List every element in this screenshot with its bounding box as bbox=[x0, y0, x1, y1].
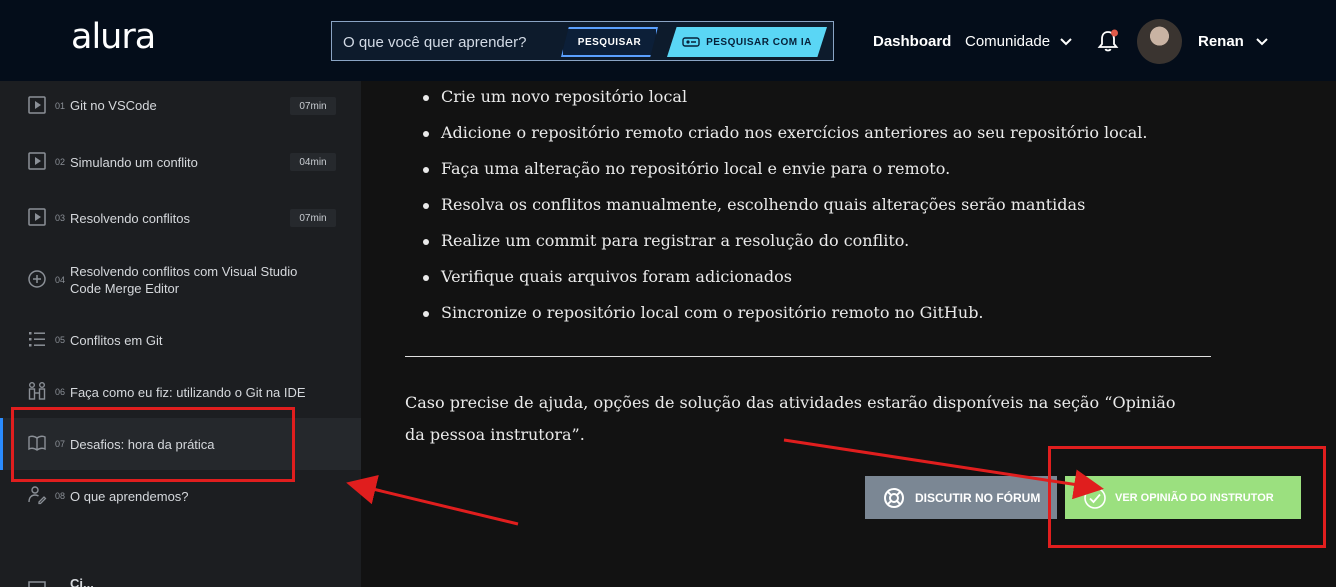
lesson-number: 08 bbox=[55, 491, 66, 501]
list-item: Faça uma alteração no repositório local … bbox=[423, 157, 1148, 193]
lesson-duration: 04min bbox=[290, 153, 336, 171]
chevron-down-icon bbox=[1060, 37, 1072, 45]
sidebar-item-conflitos-em-git[interactable]: 05 Conflitos em Git bbox=[0, 321, 361, 371]
lesson-sidebar: 01 Git no VSCode 07min 02 Simulando um c… bbox=[0, 81, 361, 587]
lesson-number: 02 bbox=[55, 157, 66, 167]
active-indicator bbox=[0, 418, 3, 470]
chevron-down-icon bbox=[1256, 37, 1268, 45]
nav-dashboard[interactable]: Dashboard bbox=[873, 33, 951, 50]
sidebar-item-git-no-vscode[interactable]: 01 Git no VSCode 07min bbox=[0, 81, 361, 131]
lesson-duration: 07min bbox=[290, 209, 336, 227]
ai-icon bbox=[682, 37, 700, 47]
forum-button[interactable]: DISCUTIR NO FÓRUM bbox=[865, 476, 1057, 519]
nav-community[interactable]: Comunidade bbox=[965, 33, 1072, 50]
sidebar-item-partial[interactable]: Ci... bbox=[0, 577, 361, 587]
plus-circle-icon bbox=[28, 270, 46, 288]
sidebar-item-resolvendo-conflitos[interactable]: 03 Resolvendo conflitos 07min bbox=[0, 197, 361, 247]
alura-logo[interactable]: alura bbox=[71, 17, 156, 57]
person-edit-icon bbox=[28, 486, 47, 505]
list-item: Verifique quais arquivos foram adicionad… bbox=[423, 265, 1148, 301]
lesson-number: 06 bbox=[55, 387, 66, 397]
top-navigation-bar: alura PESQUISAR PESQUISAR COM IA Dashboa… bbox=[0, 0, 1336, 81]
help-text: Caso precise de ajuda, opções de solução… bbox=[405, 393, 1176, 444]
divider bbox=[405, 356, 1211, 357]
play-icon bbox=[28, 152, 46, 170]
forum-button-label: DISCUTIR NO FÓRUM bbox=[915, 490, 1041, 505]
nav-community-label: Comunidade bbox=[965, 33, 1051, 50]
hands-on-icon bbox=[28, 382, 46, 400]
search-bar: PESQUISAR PESQUISAR COM IA bbox=[331, 21, 834, 61]
list-item: Realize um commit para registrar a resol… bbox=[423, 229, 1148, 265]
play-icon bbox=[28, 96, 46, 114]
lesson-number: 04 bbox=[55, 275, 66, 285]
sidebar-item-o-que-aprendemos[interactable]: 08 O que aprendemos? bbox=[0, 477, 361, 527]
lesson-duration: 07min bbox=[290, 97, 336, 115]
user-name: Renan bbox=[1198, 33, 1244, 50]
lesson-title: Resolvendo conflitos bbox=[70, 211, 190, 226]
highlight-box-lesson bbox=[11, 407, 295, 482]
bell-icon[interactable] bbox=[1095, 28, 1121, 54]
lesson-number: 05 bbox=[55, 335, 66, 345]
lesson-title: Ci... bbox=[70, 577, 94, 587]
list-item: Adicione o repositório remoto criado nos… bbox=[423, 121, 1148, 157]
list-icon bbox=[29, 332, 45, 347]
lesson-title: Simulando um conflito bbox=[70, 155, 198, 170]
lesson-title: Git no VSCode bbox=[70, 98, 157, 113]
search-button[interactable]: PESQUISAR bbox=[561, 27, 658, 57]
list-icon bbox=[28, 581, 46, 587]
lesson-title: Conflitos em Git bbox=[70, 333, 163, 348]
avatar[interactable] bbox=[1137, 19, 1182, 64]
task-list: Crie um novo repositório local Adicione … bbox=[423, 85, 1148, 337]
user-menu[interactable]: Renan bbox=[1198, 33, 1268, 50]
list-item: Crie um novo repositório local bbox=[423, 85, 1148, 121]
notification-dot bbox=[1111, 29, 1118, 37]
lifebuoy-icon bbox=[884, 487, 904, 508]
lesson-number: 01 bbox=[55, 101, 66, 111]
search-input[interactable] bbox=[343, 31, 558, 53]
play-icon bbox=[28, 208, 46, 226]
list-item: Resolva os conflitos manualmente, escolh… bbox=[423, 193, 1148, 229]
highlight-box-button bbox=[1048, 446, 1326, 548]
list-item: Sincronize o repositório local com o rep… bbox=[423, 301, 1148, 337]
lesson-number: 03 bbox=[55, 213, 66, 223]
lesson-title: O que aprendemos? bbox=[70, 489, 189, 504]
sidebar-item-simulando-conflito[interactable]: 02 Simulando um conflito 04min bbox=[0, 141, 361, 191]
search-ai-label: PESQUISAR COM IA bbox=[706, 36, 812, 48]
sidebar-item-merge-editor[interactable]: 04 Resolvendo conflitos com Visual Studi… bbox=[0, 253, 361, 313]
lesson-title: Resolvendo conflitos com Visual Studio C… bbox=[70, 264, 298, 296]
search-ai-button[interactable]: PESQUISAR COM IA bbox=[667, 27, 827, 57]
lesson-title: Faça como eu fiz: utilizando o Git na ID… bbox=[70, 385, 306, 400]
